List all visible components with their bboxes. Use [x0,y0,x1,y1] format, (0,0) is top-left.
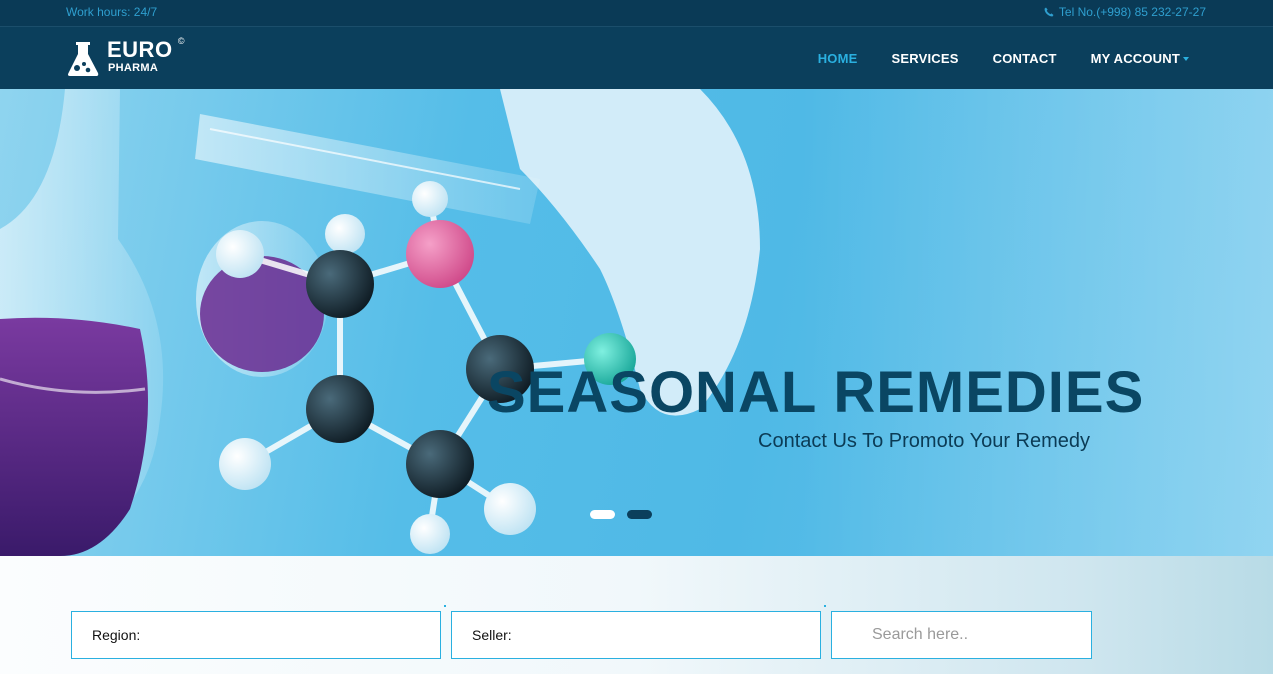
slider-dot-1[interactable] [590,510,615,519]
nav-contact[interactable]: CONTACT [993,51,1057,66]
nav-services[interactable]: SERVICES [892,51,959,66]
decor-dot [824,605,826,607]
hero-slider: SEASONAL REMEDIES Contact Us To Promoto … [0,89,1273,556]
decor-dot [444,605,446,607]
logo[interactable]: EURO PHARMA © [68,37,185,79]
logo-euro: EURO [107,37,173,62]
region-label: Region: [92,627,141,643]
logo-pharma: PHARMA [108,62,159,74]
search-box[interactable] [831,611,1092,659]
logo-text: EURO PHARMA © [107,37,185,74]
lab-molecule-illustration [0,89,1273,556]
nav-home[interactable]: HOME [818,51,858,66]
search-input[interactable] [832,612,1091,658]
logo-copyright-mark: © [177,36,185,46]
nav-menu: HOME SERVICES CONTACT MY ACCOUNT [784,27,1189,89]
seller-label: Seller: [472,627,512,643]
top-info-bar: Work hours: 24/7 Tel No.(+998) 85 232-27… [0,0,1273,27]
hero-subtitle: Contact Us To Promoto Your Remedy [758,430,1091,452]
work-hours-text: Work hours: 24/7 [66,5,158,19]
phone-info[interactable]: Tel No.(+998) 85 232-27-27 [1044,5,1206,19]
hero-title: SEASONAL REMEDIES [487,360,1145,425]
filter-section: Region: Seller: [0,556,1273,674]
nav-my-account-label: MY ACCOUNT [1090,50,1180,66]
slider-dot-2[interactable] [627,510,652,519]
main-navbar: EURO PHARMA © HOME SERVICES CONTACT MY A… [0,27,1273,89]
region-select[interactable]: Region: [71,611,441,659]
nav-my-account[interactable]: MY ACCOUNT [1091,51,1189,66]
phone-icon [1044,7,1054,17]
seller-select[interactable]: Seller: [451,611,821,659]
flask-icon [68,42,99,76]
phone-number[interactable]: Tel No.(+998) 85 232-27-27 [1059,5,1206,19]
slider-dots [590,510,652,519]
chevron-down-icon [1183,57,1189,62]
